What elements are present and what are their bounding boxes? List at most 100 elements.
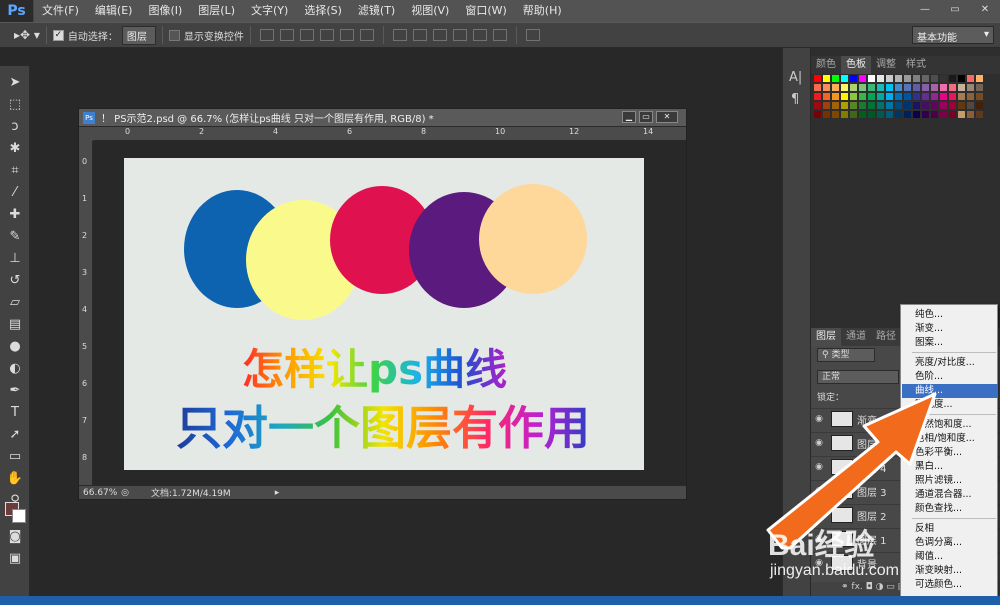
color-swatch[interactable]: [930, 92, 939, 101]
color-swatch[interactable]: [849, 101, 858, 110]
color-swatch[interactable]: [867, 101, 876, 110]
distribute-hcenter-icon[interactable]: [472, 29, 487, 41]
tab-color[interactable]: 颜色: [811, 56, 841, 74]
menu-item[interactable]: 文字(Y): [243, 0, 296, 22]
color-swatch[interactable]: [930, 83, 939, 92]
doc-minimize-icon[interactable]: ▁: [622, 111, 636, 123]
color-swatch[interactable]: [966, 101, 975, 110]
align-right-icon[interactable]: [359, 29, 374, 41]
color-swatch[interactable]: [966, 83, 975, 92]
lasso-tool-icon[interactable]: ↄ: [4, 116, 26, 136]
align-hcenter-icon[interactable]: [339, 29, 354, 41]
color-swatch[interactable]: [912, 92, 921, 101]
color-swatch[interactable]: [885, 101, 894, 110]
color-swatch[interactable]: [840, 83, 849, 92]
menu-item[interactable]: 图案...: [902, 336, 998, 350]
color-swatch[interactable]: [849, 83, 858, 92]
color-swatch[interactable]: [975, 101, 984, 110]
menu-item[interactable]: 可选颜色...: [902, 578, 998, 592]
color-swatch[interactable]: [813, 101, 822, 110]
align-left-icon[interactable]: [319, 29, 334, 41]
color-swatch[interactable]: [948, 101, 957, 110]
workspace-dropdown[interactable]: 基本功能 ▾: [912, 26, 994, 44]
color-swatch[interactable]: [858, 74, 867, 83]
close-button[interactable]: ✕: [970, 0, 1000, 18]
color-swatch[interactable]: [957, 74, 966, 83]
menu-item[interactable]: 文件(F): [34, 0, 87, 22]
color-swatch[interactable]: [885, 92, 894, 101]
distribute-right-icon[interactable]: [492, 29, 507, 41]
hand-tool-icon[interactable]: ✋: [4, 468, 26, 488]
align-vcenter-icon[interactable]: [279, 29, 294, 41]
color-swatch[interactable]: [903, 110, 912, 119]
color-swatch[interactable]: [921, 74, 930, 83]
rectangle-tool-icon[interactable]: ▭: [4, 446, 26, 466]
color-swatch[interactable]: [867, 92, 876, 101]
show-transform-checkbox[interactable]: [168, 29, 180, 41]
layer-filter-dropdown[interactable]: ⚲ 类型: [817, 348, 875, 362]
distribute-vcenter-icon[interactable]: [412, 29, 427, 41]
color-swatch[interactable]: [903, 74, 912, 83]
color-swatch[interactable]: [957, 110, 966, 119]
blur-tool-icon[interactable]: ●: [4, 336, 26, 356]
menu-item[interactable]: 编辑(E): [87, 0, 141, 22]
menu-item[interactable]: 渐变映射...: [902, 564, 998, 578]
color-swatch[interactable]: [921, 101, 930, 110]
color-swatch[interactable]: [939, 74, 948, 83]
doc-close-icon[interactable]: ✕: [656, 111, 678, 123]
color-swatch[interactable]: [912, 74, 921, 83]
color-swatch[interactable]: [849, 92, 858, 101]
tab-styles[interactable]: 样式: [901, 56, 931, 74]
status-arrow-icon[interactable]: ▸: [275, 488, 280, 498]
color-swatch[interactable]: [975, 74, 984, 83]
color-swatch[interactable]: [831, 74, 840, 83]
magic-wand-tool-icon[interactable]: ✱: [4, 138, 26, 158]
tab-swatches[interactable]: 色板: [841, 56, 871, 74]
color-swatch[interactable]: [903, 83, 912, 92]
menu-item[interactable]: 窗口(W): [457, 0, 514, 22]
color-swatch[interactable]: [831, 110, 840, 119]
color-swatch[interactable]: [813, 74, 822, 83]
color-swatch[interactable]: [921, 92, 930, 101]
document-titlebar[interactable]: Ps ！ PS示范2.psd @ 66.7% (怎样让ps曲线 只对一个图层有作…: [79, 109, 686, 127]
menu-item[interactable]: 滤镜(T): [350, 0, 403, 22]
menu-item[interactable]: 纯色...: [902, 308, 998, 322]
auto-select-dropdown[interactable]: 图层: [121, 25, 156, 45]
color-swatch[interactable]: [858, 92, 867, 101]
color-swatch[interactable]: [840, 110, 849, 119]
color-swatch[interactable]: [894, 101, 903, 110]
color-swatch[interactable]: [867, 74, 876, 83]
status-menu-icon[interactable]: ◎: [119, 488, 131, 498]
color-swatch[interactable]: [885, 74, 894, 83]
align-top-icon[interactable]: [259, 29, 274, 41]
menu-item[interactable]: 帮助(H): [515, 0, 570, 22]
canvas-area[interactable]: 0 2 4 6 8 10 12 14 012345678 怎样让ps曲线 只对一个图层有作用: [79, 127, 686, 485]
color-swatch[interactable]: [939, 83, 948, 92]
color-swatch[interactable]: [876, 83, 885, 92]
color-swatch[interactable]: [831, 92, 840, 101]
color-swatch[interactable]: [948, 110, 957, 119]
doc-maximize-icon[interactable]: ▭: [639, 111, 653, 123]
color-swatch[interactable]: [876, 74, 885, 83]
align-bottom-icon[interactable]: [299, 29, 314, 41]
color-swatch[interactable]: [894, 74, 903, 83]
color-swatch[interactable]: [822, 74, 831, 83]
horizontal-ruler[interactable]: 0 2 4 6 8 10 12 14: [93, 127, 686, 141]
color-swatch[interactable]: [885, 110, 894, 119]
color-swatch[interactable]: [822, 101, 831, 110]
distribute-top-icon[interactable]: [392, 29, 407, 41]
path-selection-tool-icon[interactable]: ➚: [4, 424, 26, 444]
color-swatch[interactable]: [894, 83, 903, 92]
maximize-button[interactable]: ▭: [940, 0, 970, 18]
color-swatch[interactable]: [975, 110, 984, 119]
color-swatch[interactable]: [957, 83, 966, 92]
background-color-swatch[interactable]: [12, 509, 26, 523]
menu-item[interactable]: 渐变...: [902, 322, 998, 336]
menu-item[interactable]: 视图(V): [403, 0, 457, 22]
gradient-tool-icon[interactable]: ▤: [4, 314, 26, 334]
distribute-left-icon[interactable]: [452, 29, 467, 41]
color-swatch[interactable]: [894, 110, 903, 119]
healing-brush-tool-icon[interactable]: ✚: [4, 204, 26, 224]
distribute-bottom-icon[interactable]: [432, 29, 447, 41]
color-swatch[interactable]: [921, 83, 930, 92]
